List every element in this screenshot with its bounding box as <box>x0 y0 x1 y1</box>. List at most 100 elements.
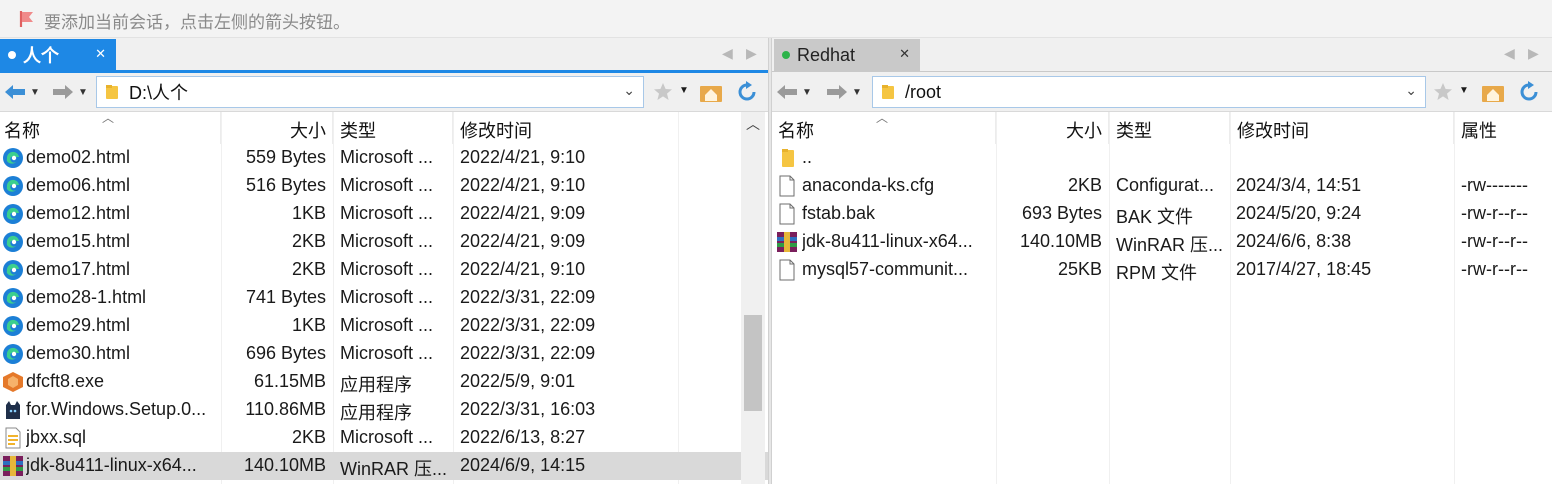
chevron-down-icon[interactable]: ▼ <box>1459 85 1469 96</box>
home-button[interactable] <box>1480 79 1506 105</box>
file-row[interactable]: anaconda-ks.cfg 2KB Configurat... 2024/3/4,… <box>772 172 1552 200</box>
column-header-type[interactable]: 类型 <box>1109 112 1230 144</box>
file-row[interactable]: jdk-8u411-linux-x64... 140.10MB WinRAR 压..… <box>772 228 1552 256</box>
file-size: 2KB <box>1067 175 1102 195</box>
vertical-scrollbar[interactable]: ︿ <box>741 112 765 484</box>
file-modified: 2024/3/4, 14:51 <box>1236 175 1362 195</box>
file-row[interactable]: jdk-8u411-linux-x64... 140.10MB WinRAR 压..… <box>0 452 768 480</box>
file-size: 2KB <box>291 259 326 279</box>
column-header-name[interactable]: 名称 ︿ <box>0 112 221 144</box>
file-row[interactable]: demo30.html 696 Bytes Microsoft ... 2022/3/… <box>0 340 768 368</box>
chevron-down-icon[interactable]: ▼ <box>852 87 862 98</box>
edge-html-icon <box>2 259 24 281</box>
tab-local[interactable]: 人个 ✕ <box>0 39 116 71</box>
file-row[interactable]: demo12.html 1KB Microsoft ... 2022/4/21, 9:… <box>0 200 768 228</box>
bookmark-star-button[interactable] <box>1430 79 1456 105</box>
file-row[interactable]: demo02.html 559 Bytes Microsoft ... 2022/4/… <box>0 144 768 172</box>
file-size: 2KB <box>291 231 326 251</box>
folder-icon <box>776 147 798 169</box>
file-name: demo06.html <box>26 175 131 195</box>
remote-address-row: ▼ ▼ /root ⌄ ▼ <box>772 73 1552 111</box>
file-size: 110.86MB <box>245 399 326 419</box>
file-modified: 2022/3/31, 22:09 <box>460 315 596 335</box>
chevron-down-icon[interactable]: ▼ <box>78 87 88 98</box>
chevron-down-icon[interactable]: ⌄ <box>1405 82 1417 99</box>
file-size: 741 Bytes <box>245 287 326 307</box>
tab-scroll-left-icon[interactable]: ◀ <box>1504 45 1515 62</box>
forward-arrow-icon <box>53 85 73 99</box>
file-row[interactable]: demo17.html 2KB Microsoft ... 2022/4/21, 9:… <box>0 256 768 284</box>
file-row[interactable]: demo06.html 516 Bytes Microsoft ... 2022/4/… <box>0 172 768 200</box>
file-row[interactable]: dfcft8.exe 61.15MB 应用程序 2022/5/9, 9:01 <box>0 368 768 396</box>
column-header-modified[interactable]: 修改时间 <box>453 112 679 144</box>
file-type: Microsoft ... <box>340 147 434 167</box>
file-row[interactable]: fstab.bak 693 Bytes BAK 文件 2024/5/20, 9:24 -… <box>772 200 1552 228</box>
tab-scroll-right-icon[interactable]: ▶ <box>746 45 757 62</box>
refresh-button[interactable] <box>1516 79 1542 105</box>
chevron-down-icon[interactable]: ▼ <box>30 87 40 98</box>
remote-file-list[interactable]: 名称 ︿ 大小 类型 修改时间 属性 .. anaconda-ks.cfg 2KB C… <box>772 111 1552 484</box>
file-attributes: -rw-r--r-- <box>1461 203 1528 223</box>
column-header-attributes[interactable]: 属性 <box>1454 112 1552 144</box>
path-text: /root <box>905 81 942 102</box>
column-header-modified[interactable]: 修改时间 <box>1230 112 1454 144</box>
star-icon <box>654 83 672 100</box>
file-name: jdk-8u411-linux-x64... <box>26 455 197 475</box>
tab-close-icon[interactable]: ✕ <box>899 46 910 62</box>
remote-path-input[interactable]: /root ⌄ <box>872 76 1426 108</box>
file-modified: 2024/5/20, 9:24 <box>1236 203 1362 223</box>
file-size: 696 Bytes <box>245 343 326 363</box>
file-type: Microsoft ... <box>340 315 434 335</box>
file-size: 1KB <box>291 315 326 335</box>
file-modified: 2022/3/31, 16:03 <box>460 399 596 419</box>
tab-scroll-right-icon[interactable]: ▶ <box>1528 45 1539 62</box>
file-row[interactable]: for.Windows.Setup.0... 110.86MB 应用程序 2022/3… <box>0 396 768 424</box>
column-header-type[interactable]: 类型 <box>333 112 453 144</box>
file-name: mysql57-communit... <box>802 259 969 279</box>
bookmark-flag-icon[interactable] <box>18 10 36 28</box>
tab-scroll-left-icon[interactable]: ◀ <box>722 45 733 62</box>
forward-arrow-icon <box>827 85 847 99</box>
file-type: WinRAR 压... <box>1116 235 1224 255</box>
bookmark-star-button[interactable] <box>650 79 676 105</box>
file-type: Microsoft ... <box>340 427 434 447</box>
column-header-size[interactable]: 大小 <box>221 112 333 144</box>
file-row[interactable]: mysql57-communit... 25KB RPM 文件 2017/4/27, … <box>772 256 1552 284</box>
file-type: Microsoft ... <box>340 175 434 195</box>
file-name: .. <box>802 147 813 167</box>
file-modified: 2022/4/21, 9:10 <box>460 147 586 167</box>
back-button[interactable]: ▼ <box>4 80 40 104</box>
file-row[interactable]: demo28-1.html 741 Bytes Microsoft ... 2022/… <box>0 284 768 312</box>
file-row[interactable]: .. <box>772 144 1552 172</box>
file-type: Microsoft ... <box>340 231 434 251</box>
forward-button[interactable]: ▼ <box>52 80 88 104</box>
scrollbar-thumb[interactable] <box>744 315 762 411</box>
file-modified: 2022/3/31, 22:09 <box>460 343 596 363</box>
file-type: Configurat... <box>1116 175 1215 195</box>
tab-close-icon[interactable]: ✕ <box>95 46 106 62</box>
refresh-button[interactable] <box>734 79 760 105</box>
tab-remote-session[interactable]: Redhat ✕ <box>774 39 920 71</box>
chevron-down-icon[interactable]: ▼ <box>679 85 689 96</box>
scroll-up-icon[interactable]: ︿ <box>746 114 760 134</box>
file-row[interactable]: demo29.html 1KB Microsoft ... 2022/3/31, 22… <box>0 312 768 340</box>
file-size: 693 Bytes <box>1021 203 1102 223</box>
column-header-size[interactable]: 大小 <box>996 112 1109 144</box>
home-button[interactable] <box>698 79 724 105</box>
local-file-list[interactable]: 名称 ︿ 大小 类型 修改时间 demo02.html 559 Bytes Micr… <box>0 111 768 484</box>
file-row[interactable]: jbxx.sql 2KB Microsoft ... 2022/6/13, 8:27 <box>0 424 768 452</box>
forward-button[interactable]: ▼ <box>826 80 862 104</box>
remote-tabstrip: Redhat ✕ ◀ ▶ <box>772 38 1552 72</box>
file-row[interactable]: demo15.html 2KB Microsoft ... 2022/4/21, 9:… <box>0 228 768 256</box>
file-size: 2KB <box>291 427 326 447</box>
column-header-name[interactable]: 名称 ︿ <box>772 112 996 144</box>
chevron-down-icon[interactable]: ⌄ <box>623 82 635 99</box>
file-type: BAK 文件 <box>1116 207 1194 227</box>
chevron-down-icon[interactable]: ▼ <box>802 87 812 98</box>
local-path-input[interactable]: D:\人个 ⌄ <box>96 76 644 108</box>
file-type: 应用程序 <box>340 375 412 395</box>
back-button[interactable]: ▼ <box>776 80 812 104</box>
back-arrow-icon <box>5 85 25 99</box>
file-icon <box>776 259 798 281</box>
edge-html-icon <box>2 203 24 225</box>
